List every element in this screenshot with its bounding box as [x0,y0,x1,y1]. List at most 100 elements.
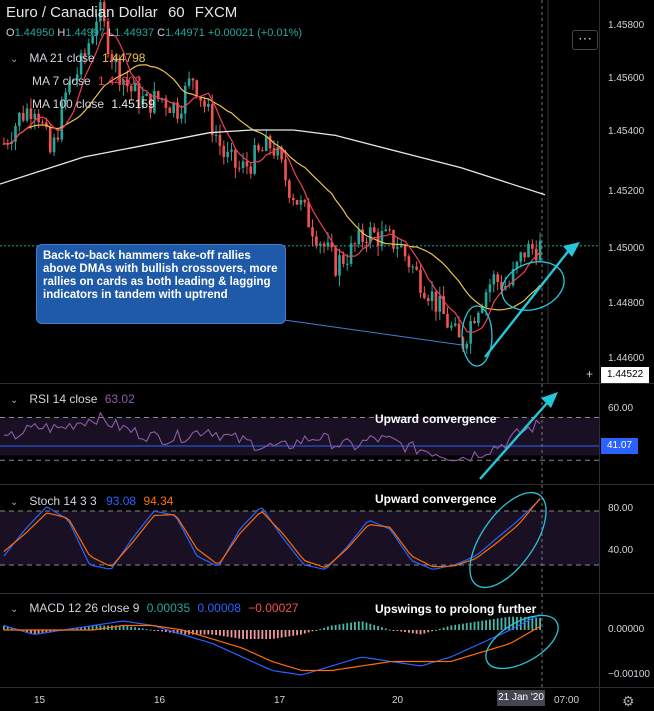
candle-body [411,266,415,268]
gear-icon[interactable]: ⚙ [622,693,635,710]
candle-body [380,230,384,247]
stoch-d-value: 94.34 [143,494,174,508]
macd-histogram-bar [323,627,325,630]
rsi-value: 63.02 [104,392,135,406]
macd-histogram-bar [276,630,279,639]
macd-histogram-bar [134,627,136,630]
candle-body [457,323,461,338]
candle-body [18,112,21,127]
candle-body [438,295,442,312]
stoch-label: Stoch 14 3 3 [29,494,97,508]
chevron-down-icon[interactable]: ⌄ [10,395,26,406]
x-tick-15: 15 [34,695,46,706]
candle-body [538,240,542,261]
candle-body [376,232,380,247]
price-tick: 1.45000 [608,243,645,254]
macd-histogram-bar [477,621,480,630]
annotation-callout[interactable]: Back-to-back hammers take-off rallies ab… [36,244,286,324]
candle-body [430,291,434,302]
price-tick: 1.44800 [608,298,645,309]
macd-histogram-bar [230,630,233,638]
candle-body [41,122,44,124]
macd-histogram-bar [226,630,229,637]
macd-histogram-bar [207,630,210,635]
stoch-legend[interactable]: ⌄ Stoch 14 3 3 93.08 94.34 [10,494,173,508]
macd-histogram-bar [408,630,410,633]
stoch-annotation[interactable]: Upward convergence [375,492,496,506]
macd-histogram-bar [492,618,495,630]
more-options-button[interactable]: ⋯ [572,30,598,50]
macd-histogram-bar [446,626,449,630]
interval-label[interactable]: 60 [168,4,185,21]
macd-histogram-bar [462,623,464,630]
candle-body [326,242,330,247]
candle-body [168,107,172,114]
macd-histogram-bar [238,630,241,639]
hammer-ellipse [461,305,493,367]
macd-histogram-bar [242,630,244,639]
symbol-name[interactable]: Euro / Canadian Dollar [6,4,158,21]
chevron-down-icon[interactable]: ⌄ [10,497,26,508]
macd-histogram-bar [165,630,167,632]
candle-body [183,85,187,114]
candle-body [56,137,60,140]
macd-histogram-bar [199,630,202,635]
candle-body [303,200,307,203]
candle-body [145,93,148,97]
candle-body [492,274,496,285]
macd-histogram-bar [145,629,148,631]
candle-body [21,112,25,121]
ma21-value: 1.44798 [102,51,146,65]
macd-legend[interactable]: ⌄ MACD 12 26 close 9 0.00035 0.00008 −0.… [10,601,299,615]
candle-body [477,312,480,323]
macd-histogram-bar [485,620,487,630]
macd-histogram-bar [392,630,395,631]
macd-v2: 0.00008 [197,601,241,615]
rsi-annotation[interactable]: Upward convergence [375,412,496,426]
rsi-level-tag: 41.07 [601,438,639,454]
candle-body [218,134,222,146]
candle-body [392,230,395,249]
rsi-legend[interactable]: ⌄ RSI 14 close 63.02 [10,392,135,406]
macd-histogram-bar [346,623,349,630]
candle-body [318,243,322,246]
macd-histogram-bar [381,627,383,630]
candle-body [234,149,237,168]
chevron-down-icon[interactable]: ⌄ [10,604,26,615]
open-value: 1.44950 [14,27,55,39]
macd-histogram-bar [307,630,310,633]
candle-body [353,243,357,245]
macd-histogram-bar [396,630,399,631]
macd-histogram-bar [361,621,364,630]
ma7-legend[interactable]: MA 7 close 1.44902 [32,74,141,88]
macd-histogram-bar [234,630,237,638]
chevron-down-icon[interactable]: ⌄ [10,54,26,65]
candle-body [210,104,214,136]
macd-histogram-bar [427,630,430,633]
macd-histogram-bar [442,627,445,630]
macd-annotation[interactable]: Upswings to prolong further [375,602,536,616]
legend-collapse-toggle[interactable]: ⌄ MA 21 close 1.44798 [10,51,145,65]
symbol-title[interactable]: Euro / Canadian Dollar 60 FXCM [6,4,237,21]
macd-histogram-bar [153,630,156,631]
time-axis-divider [0,687,654,688]
candle-body [249,166,253,174]
candle-body [519,252,523,262]
candle-body [453,323,457,326]
macd-histogram-bar [450,625,453,630]
ma100-legend[interactable]: MA 100 close 1.45159 [32,97,155,111]
macd-histogram-bar [516,616,518,630]
macd-v1: 0.00035 [146,601,191,615]
macd-histogram-bar [249,630,252,639]
macd-histogram-bar [122,625,125,630]
macd-histogram-bar [138,627,140,630]
candle-body [291,197,295,201]
macd-histogram-bar [300,630,302,635]
rsi-tick-60: 60.00 [608,403,634,414]
macd-histogram-bar [157,630,160,631]
macd-histogram-bar [327,626,329,630]
macd-histogram-bar [465,623,468,630]
candle-body [407,256,411,268]
macd-histogram-bar [315,630,318,631]
price-tick: 1.45200 [608,186,645,197]
